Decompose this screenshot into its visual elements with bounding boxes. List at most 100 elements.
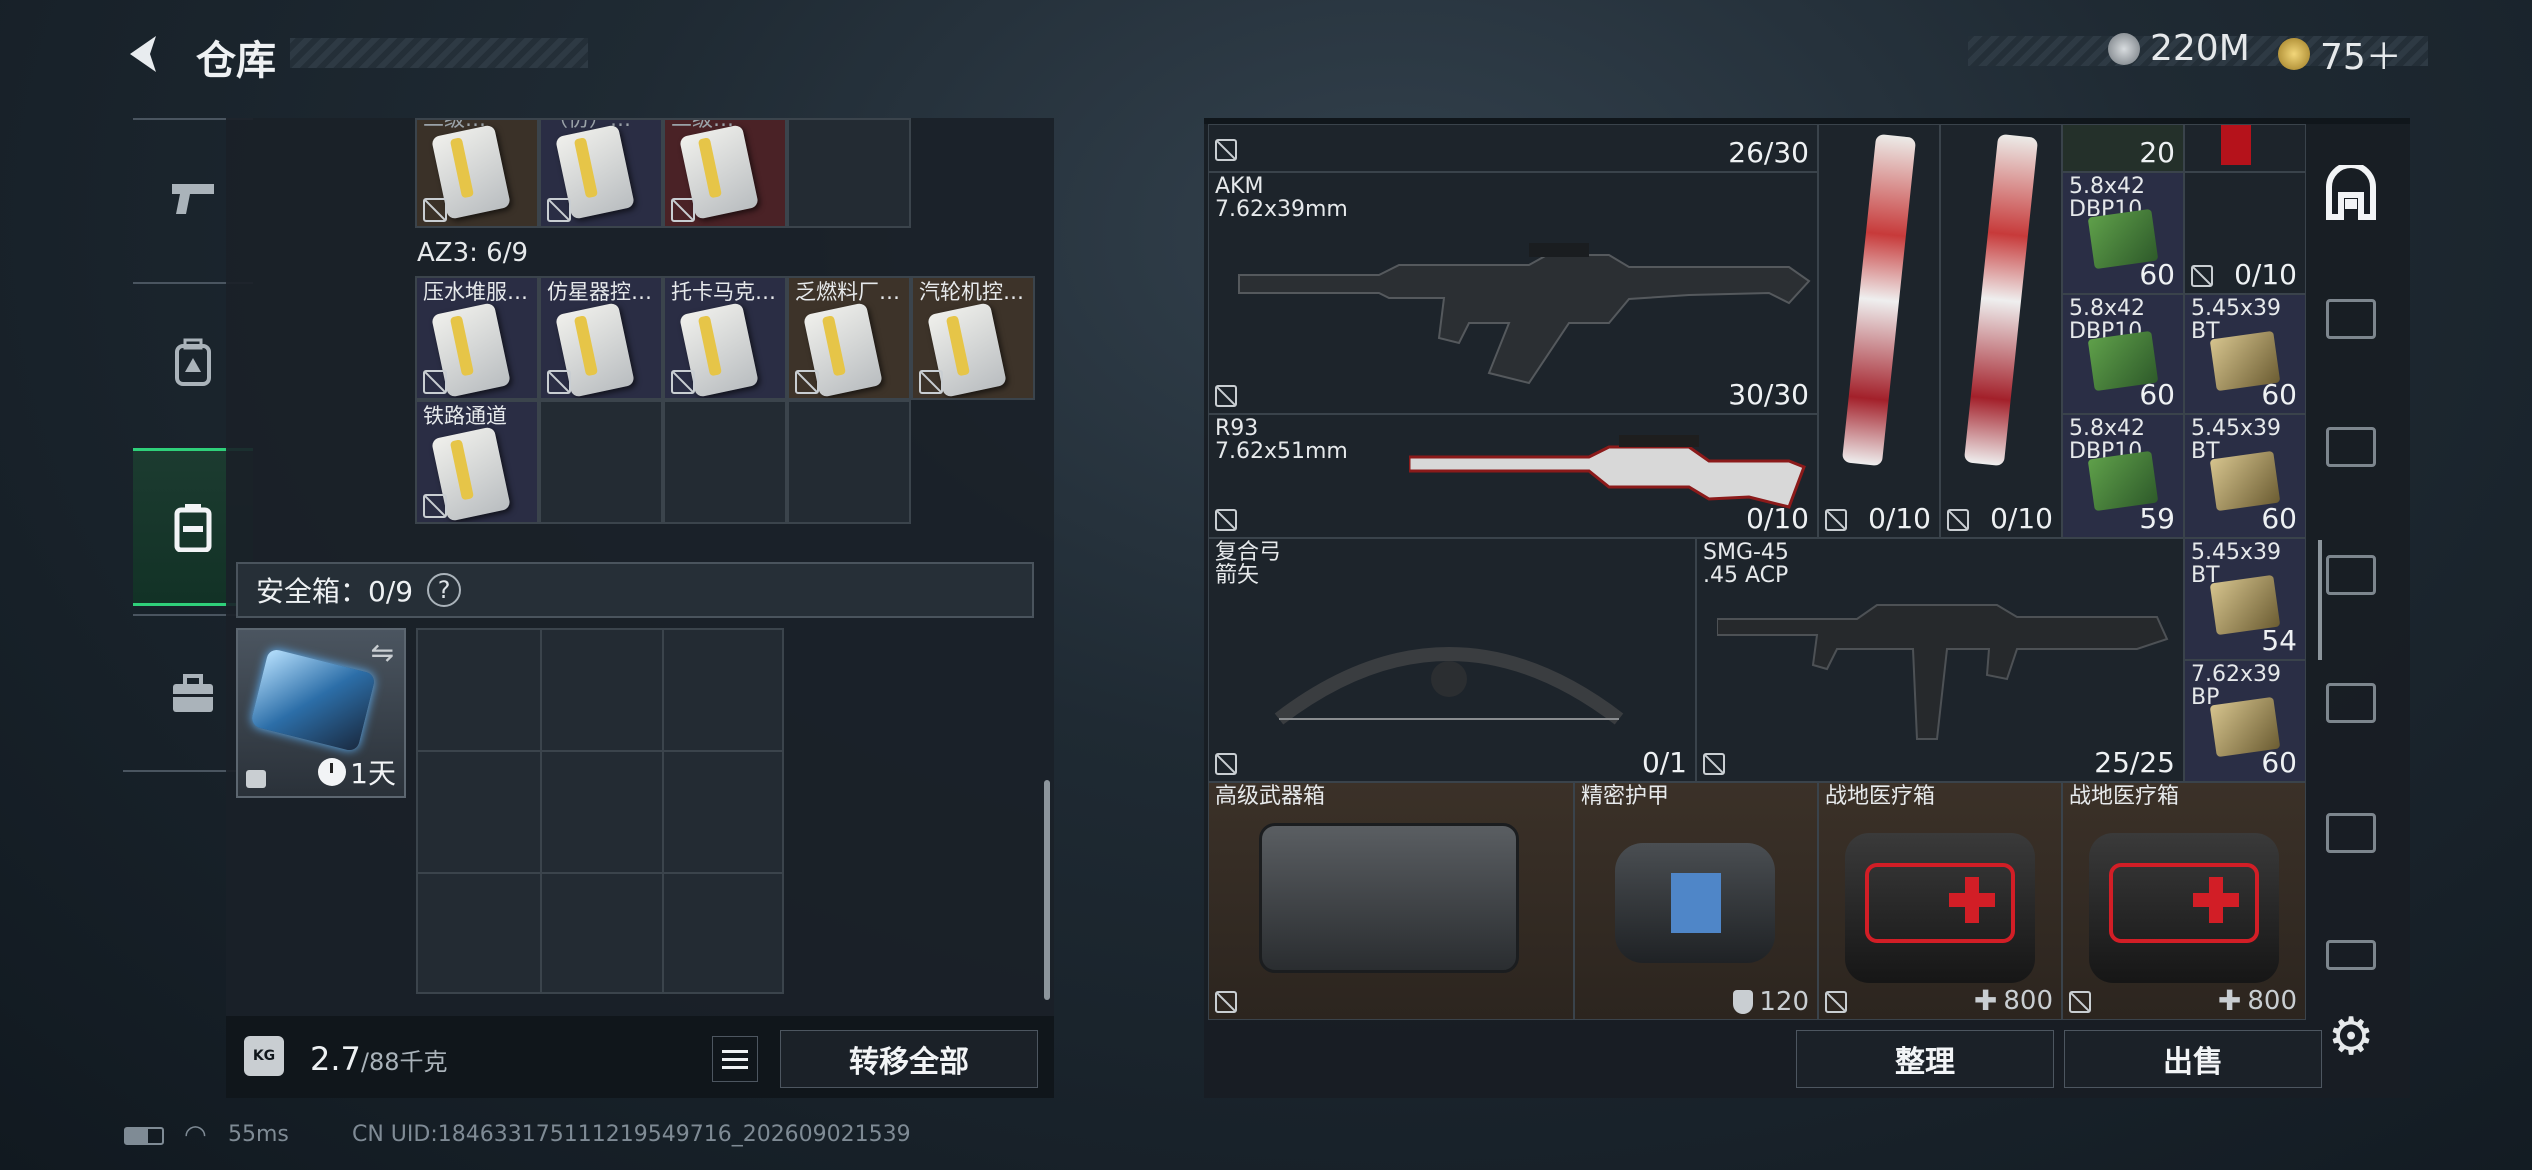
- ammo-count: 60: [2139, 258, 2175, 291]
- left-scrollbar[interactable]: [1044, 780, 1050, 1000]
- skin-rifle-image: [1963, 133, 2039, 467]
- ammo-top-a[interactable]: 20: [2062, 124, 2184, 172]
- gear-medkit-1[interactable]: 战地医疗箱 ✚ 800: [1818, 782, 2062, 1020]
- category-keycard-icon[interactable]: [2318, 286, 2384, 352]
- no-trade-icon: [2191, 265, 2213, 287]
- category-tier5c-icon[interactable]: [2318, 930, 2384, 980]
- ammo-count: 20: [2139, 136, 2175, 169]
- safebox-item[interactable]: ⇋ 1天: [236, 628, 406, 798]
- no-trade-icon: [1215, 509, 1237, 531]
- weapon-smg45[interactable]: SMG-45 .45 ACP 25/25: [1696, 538, 2184, 782]
- no-trade-icon: [547, 198, 571, 222]
- gear-name: 战地医疗箱: [1825, 784, 1936, 809]
- safebox-header: 安全箱：0/9 ?: [236, 562, 1034, 618]
- akm-rifle-image: [1238, 243, 1811, 385]
- lock-icon: [246, 770, 266, 788]
- weapon-top-b[interactable]: [2184, 124, 2306, 172]
- ammo-count: 0/10: [2234, 258, 2297, 291]
- gear-medkit-2[interactable]: 战地医疗箱 ✚ 800: [2062, 782, 2306, 1020]
- swap-icon[interactable]: ⇋: [371, 636, 394, 669]
- heal-value: ✚ 800: [1973, 984, 2053, 1017]
- currency1-amount: 220M: [2150, 28, 2250, 69]
- gear-weapon-case[interactable]: 高级武器箱: [1208, 782, 1574, 1020]
- weapon-caliber: 7.62x51mm: [1215, 439, 1348, 464]
- ammo-count: 60: [2261, 502, 2297, 535]
- currency-coins: 220M: [2108, 28, 2250, 69]
- ping: 55ms: [228, 1122, 289, 1147]
- ammo-count: 60: [2261, 378, 2297, 411]
- inventory-card-4[interactable]: 乏燃料厂…: [787, 276, 911, 400]
- inventory-card-5[interactable]: 汽轮机控…: [911, 276, 1035, 400]
- list-view-button[interactable]: [712, 1036, 758, 1082]
- inventory-card-6[interactable]: 铁路通道: [415, 400, 539, 524]
- settings-gear-icon[interactable]: ⚙: [2318, 1004, 2384, 1070]
- az3-capacity: AZ3: 6/9: [417, 238, 529, 268]
- title-stripe: [290, 38, 588, 68]
- back-button[interactable]: [120, 30, 168, 78]
- ammo-count: 0/10: [1990, 502, 2053, 535]
- weapon-r93[interactable]: R93 7.62x51mm 0/10: [1208, 414, 1818, 538]
- inventory-card-top-1[interactable]: 二级…: [415, 118, 539, 228]
- category-tier5b-icon[interactable]: [2318, 800, 2384, 866]
- timer-value: 1天: [350, 757, 396, 790]
- ammo-6[interactable]: 5.45x39 BT 54: [2184, 538, 2306, 660]
- empty-slot[interactable]: [787, 400, 911, 524]
- ammo-2[interactable]: 5.8x42 DBP10 60: [2062, 294, 2184, 414]
- inventory-card-1[interactable]: 压水堆服…: [415, 276, 539, 400]
- sort-button[interactable]: 整理: [1796, 1030, 2054, 1088]
- ammo-7[interactable]: 7.62x39 BP 60: [2184, 660, 2306, 782]
- inventory-card-3[interactable]: 托卡马克…: [663, 276, 787, 400]
- card-label: 铁路通道: [423, 404, 507, 428]
- category-tier5-icon[interactable]: [2318, 670, 2384, 736]
- empty-slot[interactable]: [663, 400, 787, 524]
- no-trade-icon: [671, 370, 695, 394]
- weapon-slot-right[interactable]: 0/10: [2184, 172, 2306, 294]
- weight-icon: KG: [244, 1036, 284, 1076]
- category-tier4b-icon[interactable]: [2318, 542, 2384, 608]
- ammo-count: 60: [2139, 378, 2175, 411]
- inventory-card-2[interactable]: 仿星器控…: [539, 276, 663, 400]
- no-trade-icon: [1947, 509, 1969, 531]
- weapon-skin-1[interactable]: 0/10: [1818, 124, 1940, 538]
- ammo-1[interactable]: 5.8x42 DBP10 60: [2062, 172, 2184, 294]
- sell-button[interactable]: 出售: [2064, 1030, 2322, 1088]
- weapon-name: SMG-45: [1703, 540, 1789, 565]
- ammo-4[interactable]: 5.8x42 DBP10 59: [2062, 414, 2184, 538]
- weapon-name: 复合弓: [1215, 540, 1282, 565]
- weapon-cell-top[interactable]: 26/30: [1208, 124, 1818, 172]
- inventory-card-top-2[interactable]: （仿）…: [539, 118, 663, 228]
- ammo-count: 54: [2261, 624, 2297, 657]
- ammo-count: 30/30: [1728, 378, 1809, 411]
- category-all-icon[interactable]: [2318, 160, 2384, 226]
- coin-icon: [2108, 32, 2140, 65]
- weapon-case-image: [1259, 823, 1519, 973]
- armor-value: 120: [1733, 987, 1809, 1017]
- category-tier4-icon[interactable]: [2318, 414, 2384, 480]
- weapon-sub: 箭矢: [1215, 563, 1260, 588]
- briefcase-icon: [173, 674, 213, 712]
- triangle-coin-icon: [2278, 38, 2310, 70]
- ammo-3[interactable]: 5.45x39 BT 60: [2184, 294, 2306, 414]
- weapon-skin-2[interactable]: 0/10: [1940, 124, 2062, 538]
- currency2-amount: 75＋: [2320, 37, 2402, 78]
- weapon-bow[interactable]: 复合弓 箭矢 0/1: [1208, 538, 1696, 782]
- empty-slot[interactable]: [787, 118, 911, 228]
- weapon-akm[interactable]: AKM 7.62x39mm 30/30: [1208, 172, 1818, 414]
- back-arrow-icon: [130, 36, 156, 72]
- smg-image: [1717, 604, 2169, 740]
- card-label: 托卡马克…: [671, 280, 776, 304]
- timer: 1天: [318, 752, 396, 792]
- transfer-all-button[interactable]: 转移全部: [780, 1030, 1038, 1088]
- ammo-count: 59: [2139, 502, 2175, 535]
- help-icon[interactable]: ?: [427, 573, 462, 607]
- inventory-card-top-3[interactable]: 二级…: [663, 118, 787, 228]
- empty-slot[interactable]: [539, 400, 663, 524]
- skin-rifle-image: [1841, 133, 1917, 467]
- gear-armor[interactable]: 精密护甲 120: [1574, 782, 1818, 1020]
- weight-total: /88千克: [360, 1048, 448, 1076]
- card-label: 乏燃料厂…: [795, 280, 900, 304]
- ammo-5[interactable]: 5.45x39 BT 60: [2184, 414, 2306, 538]
- gear-name: 高级武器箱: [1215, 784, 1326, 809]
- ammo-count: 25/25: [2094, 746, 2175, 779]
- no-trade-icon: [423, 370, 447, 394]
